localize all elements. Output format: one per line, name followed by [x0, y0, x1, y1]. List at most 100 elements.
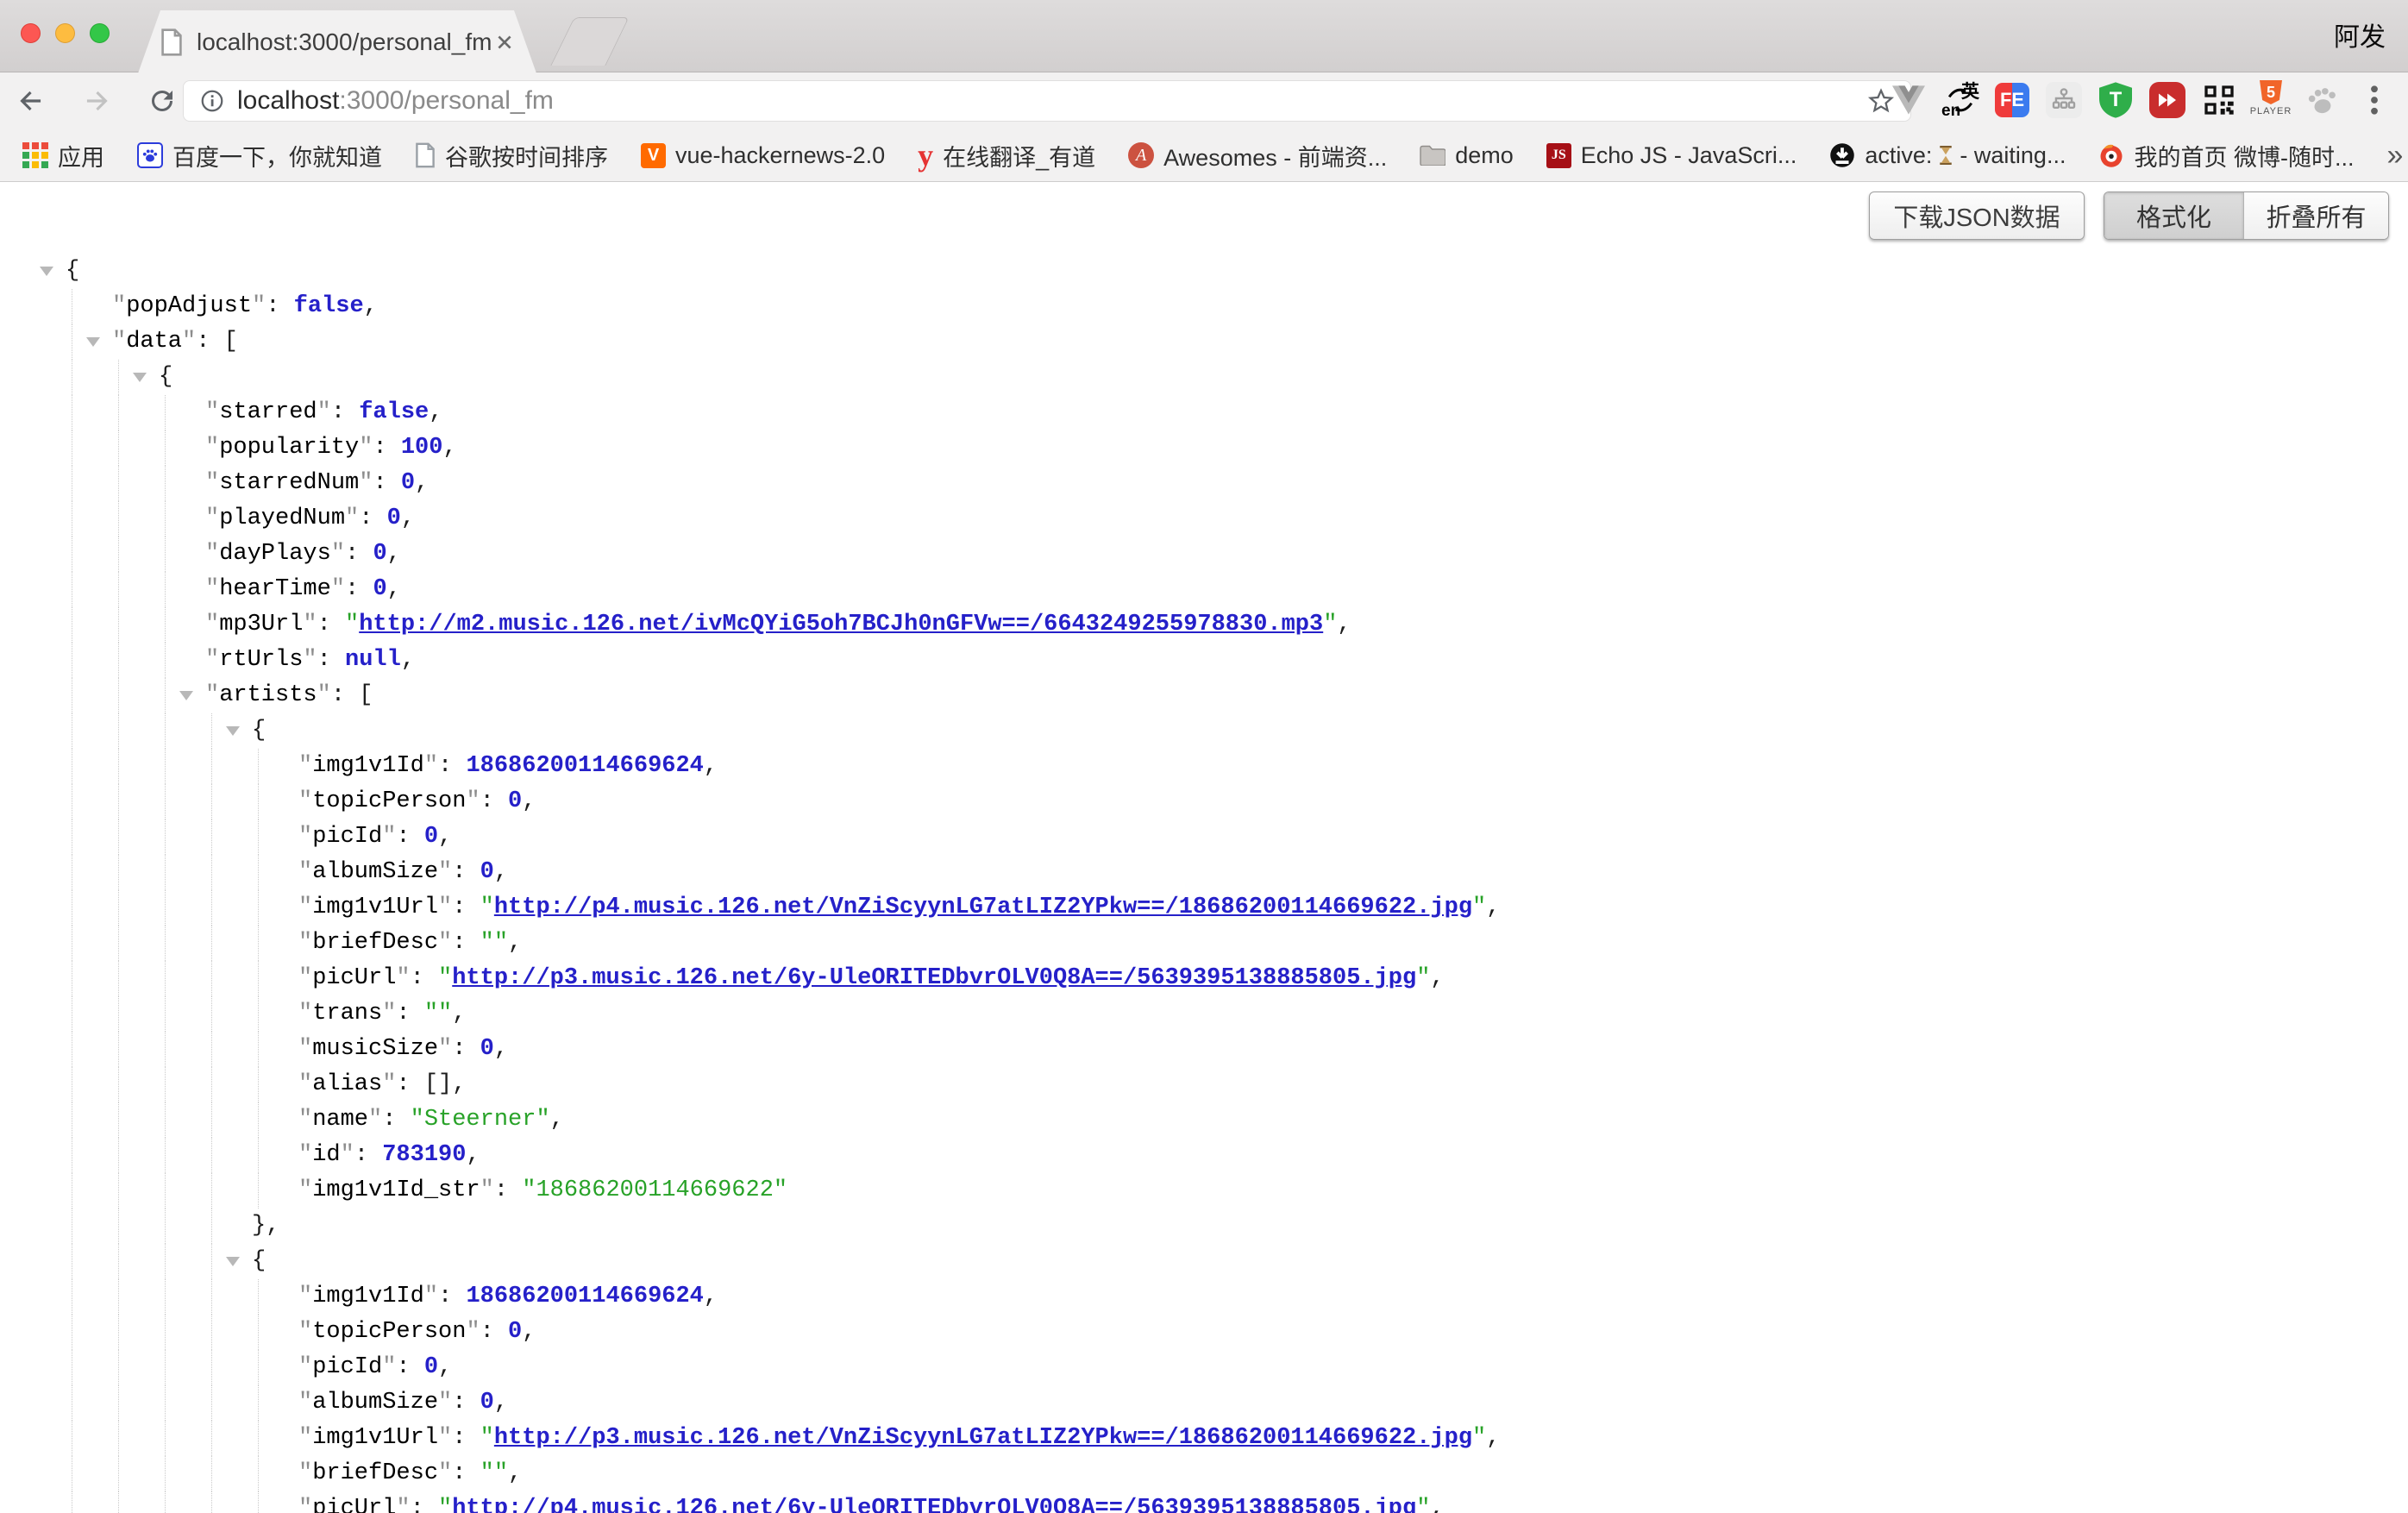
indent-guide — [211, 961, 212, 996]
json-punctuation: : — [359, 505, 386, 531]
json-key: dayPlays — [219, 541, 331, 567]
address-bar[interactable]: localhost:3000/personal_fm — [183, 80, 1911, 122]
bookmark-demo-folder[interactable]: demo — [1420, 142, 1514, 169]
json-punctuation: , — [704, 1284, 718, 1309]
indent-guide — [118, 1385, 119, 1421]
json-token: " — [382, 1354, 396, 1380]
collapse-arrow-icon[interactable] — [179, 691, 193, 700]
vue-icon: V — [641, 143, 666, 168]
bookmark-google-sort[interactable]: 谷歌按时间排序 — [415, 139, 608, 173]
view-mode-segmented-control: 格式化 折叠所有 — [2104, 191, 2389, 240]
json-token: " — [205, 470, 219, 496]
back-button[interactable] — [12, 82, 50, 120]
json-line: "musicSize": 0, — [0, 1032, 2408, 1067]
new-tab-button[interactable] — [550, 17, 629, 66]
json-token: " — [298, 1071, 312, 1097]
json-punctuation: , — [387, 541, 401, 567]
collapse-arrow-icon[interactable] — [226, 1257, 240, 1266]
indent-guide — [165, 643, 166, 678]
translate-icon[interactable]: 英 en — [1941, 80, 1980, 120]
bookmark-echojs[interactable]: JS Echo JS - JavaScri... — [1546, 142, 1797, 169]
fullscreen-window-button[interactable] — [90, 23, 110, 43]
json-key: picId — [312, 824, 382, 850]
json-url-link[interactable]: http://m2.music.126.net/ivMcQYiG5oh7BCJh… — [359, 612, 1323, 637]
indent-guide — [165, 784, 166, 819]
json-token: " — [480, 1425, 494, 1451]
json-url-link[interactable]: http://p3.music.126.net/6y-UleORITEDbvrO… — [452, 965, 1416, 991]
collapse-arrow-icon[interactable] — [133, 373, 147, 382]
profile-name: 阿发 — [2334, 16, 2386, 53]
reload-button[interactable] — [143, 82, 181, 120]
json-token: " — [382, 824, 396, 850]
forward-button[interactable] — [78, 82, 116, 120]
h5-player-icon[interactable]: 5 PLAYER — [2251, 80, 2291, 120]
bookmark-vue-hackernews[interactable]: V vue-hackernews-2.0 — [641, 142, 885, 169]
qr-code-icon[interactable] — [2199, 80, 2239, 120]
bookmark-baidu[interactable]: 百度一下，你就知道 — [137, 139, 382, 173]
fe-icon[interactable]: FE — [1992, 80, 2032, 120]
sitemap-icon[interactable] — [2044, 80, 2084, 120]
json-token: " — [480, 1177, 494, 1203]
collapse-arrow-icon[interactable] — [86, 337, 100, 347]
paw-icon[interactable] — [2303, 80, 2342, 120]
indent-guide — [258, 1385, 259, 1421]
vue-devtools-icon[interactable] — [1889, 80, 1928, 120]
indent-guide — [118, 749, 119, 784]
json-punctuation: , — [494, 1036, 508, 1062]
close-window-button[interactable] — [21, 23, 41, 43]
collapse-all-button[interactable]: 折叠所有 — [2243, 192, 2388, 239]
json-token: " — [382, 1071, 396, 1097]
close-tab-icon[interactable] — [495, 33, 514, 52]
json-url-link[interactable]: http://p4.music.126.net/VnZiScyynLG7atLI… — [494, 895, 1472, 920]
green-shield-t-icon[interactable]: T — [2096, 80, 2135, 120]
json-token: " — [298, 965, 312, 991]
bookmarks-overflow-chevron[interactable]: » — [2386, 139, 2403, 173]
indent-guide — [258, 1350, 259, 1385]
extensions-row: 英 en FE — [1889, 80, 2394, 120]
json-line: }, — [0, 1209, 2408, 1244]
json-key: id — [312, 1142, 340, 1168]
json-line: "popularity": 100, — [0, 430, 2408, 466]
json-punctuation: , — [452, 1001, 466, 1026]
json-line: "picUrl": "http://p3.music.126.net/6y-Ul… — [0, 961, 2408, 996]
url-text[interactable]: localhost:3000/personal_fm — [237, 86, 1867, 116]
minimize-window-button[interactable] — [55, 23, 75, 43]
json-punctuation: , — [442, 435, 456, 461]
fast-forward-icon[interactable] — [2148, 80, 2187, 120]
json-string: "" — [424, 1001, 452, 1026]
json-token: " — [438, 1496, 452, 1513]
json-token: " — [317, 682, 331, 708]
json-line: "trans": "", — [0, 996, 2408, 1032]
json-line: "topicPerson": 0, — [0, 784, 2408, 819]
bookmark-youdao[interactable]: y 在线翻译_有道 — [918, 139, 1095, 173]
json-url-link[interactable]: http://p4.music.126.net/6y-UleORITEDbvrO… — [452, 1496, 1416, 1513]
indent-guide — [118, 1244, 119, 1279]
indent-guide — [165, 926, 166, 961]
indent-guide — [211, 996, 212, 1032]
json-token: " — [317, 399, 331, 425]
json-value: false — [359, 399, 429, 425]
browser-menu-icon[interactable] — [2355, 80, 2394, 120]
bookmark-label: - waiting... — [1960, 142, 2066, 169]
download-json-button[interactable]: 下载JSON数据 — [1869, 191, 2085, 240]
json-viewer: {"popAdjust": false,"data": [{"starred":… — [0, 182, 2408, 1513]
bookmark-weibo[interactable]: 我的首页 微博-随时... — [2098, 139, 2354, 173]
bookmark-active[interactable]: active: - waiting... — [1829, 142, 2066, 169]
indent-guide — [211, 1032, 212, 1067]
json-url-link[interactable]: http://p3.music.126.net/VnZiScyynLG7atLI… — [494, 1425, 1472, 1451]
indent-guide — [118, 1350, 119, 1385]
collapse-arrow-icon[interactable] — [226, 726, 240, 736]
json-line: "mp3Url": "http://m2.music.126.net/ivMcQ… — [0, 607, 2408, 643]
browser-tab[interactable]: localhost:3000/personal_fm — [138, 10, 536, 73]
bookmark-apps[interactable]: 应用 — [22, 139, 104, 173]
json-token: " — [359, 470, 373, 496]
collapse-arrow-icon[interactable] — [40, 267, 53, 276]
info-icon[interactable] — [199, 88, 225, 114]
bookmark-awesomes[interactable]: A Awesomes - 前端资... — [1128, 139, 1387, 173]
indent-guide — [211, 1421, 212, 1456]
indent-guide — [258, 996, 259, 1032]
indent-guide — [258, 1279, 259, 1315]
json-token: " — [341, 1142, 354, 1168]
bookmark-label: vue-hackernews-2.0 — [675, 142, 885, 169]
format-button[interactable]: 格式化 — [2104, 192, 2243, 239]
